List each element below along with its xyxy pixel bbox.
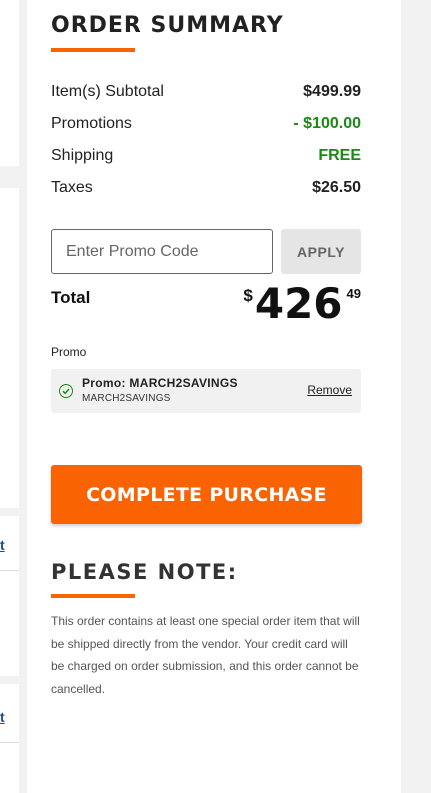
promo-code: MARCH2SAVINGS (82, 393, 171, 404)
total-currency: $ (243, 286, 253, 305)
check-circle-icon (59, 384, 73, 398)
left-cart-column: t t (0, 0, 19, 793)
title-underline (51, 48, 135, 52)
cart-card (0, 0, 19, 166)
shipping-value: FREE (318, 147, 361, 164)
total-amount: $ 426 49 (243, 282, 361, 326)
please-note-text: This order contains at least one special… (51, 614, 360, 696)
shipping-label: Shipping (51, 147, 114, 164)
subtotal-label: Item(s) Subtotal (51, 83, 164, 100)
taxes-value: $26.50 (312, 179, 361, 196)
promotions-label: Promotions (51, 115, 132, 132)
cart-item-link[interactable]: t (0, 537, 5, 553)
cart-item-link[interactable]: t (0, 709, 5, 725)
note-underline (51, 594, 135, 598)
page-background (401, 0, 431, 793)
divider (0, 570, 19, 571)
taxes-label: Taxes (51, 179, 93, 196)
total-label: Total (51, 288, 91, 307)
cart-card (0, 684, 19, 793)
applied-promo: Promo: MARCH2SAVINGS MARCH2SAVINGS Remov… (51, 369, 361, 413)
order-summary-panel: ORDER SUMMARY Item(s) Subtotal $499.99 P… (27, 0, 401, 793)
cart-card (0, 188, 19, 508)
please-note-title: PLEASE NOTE: (51, 560, 238, 584)
promo-name: Promo: MARCH2SAVINGS (82, 376, 238, 390)
subtotal-value: $499.99 (303, 83, 361, 100)
subtotal-row: Item(s) Subtotal $499.99 (51, 81, 361, 103)
taxes-row: Taxes $26.50 (51, 177, 361, 199)
promotions-value: - $100.00 (293, 115, 361, 132)
order-summary-title: ORDER SUMMARY (51, 13, 284, 38)
complete-purchase-button[interactable]: COMPLETE PURCHASE (51, 465, 362, 524)
total-whole: 426 (254, 279, 343, 328)
shipping-row: Shipping FREE (51, 145, 361, 167)
promotions-row: Promotions - $100.00 (51, 113, 361, 135)
total-cents: 49 (346, 286, 361, 301)
remove-promo-link[interactable]: Remove (307, 383, 352, 397)
promo-heading: Promo (51, 345, 87, 359)
apply-button[interactable]: APPLY (281, 229, 361, 274)
divider (0, 742, 19, 743)
promo-code-input[interactable] (51, 229, 273, 274)
